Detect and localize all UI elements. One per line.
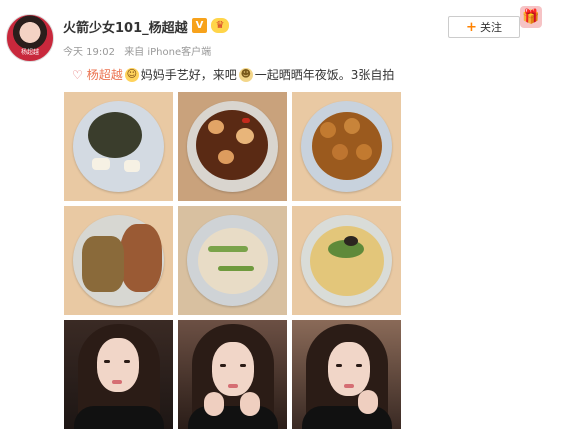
scallop <box>236 128 254 144</box>
tofu <box>92 158 110 170</box>
follow-button[interactable]: + 关注 <box>448 16 520 38</box>
gift-icon[interactable]: 🎁 <box>520 6 542 28</box>
doge-emoji-icon: ☻ <box>238 67 253 82</box>
hand <box>358 390 378 414</box>
selfie-photo-1[interactable] <box>64 320 173 429</box>
crab-pieces <box>82 236 124 292</box>
post-source: 来自 iPhone客户端 <box>124 47 212 58</box>
eye <box>220 364 226 367</box>
plus-icon: + <box>466 19 477 35</box>
hand <box>204 392 224 416</box>
braised-scallops-photo[interactable] <box>178 92 287 201</box>
meatball <box>320 122 336 138</box>
post-text-part2: 一起晒晒年夜饭。3张自拍 <box>254 68 395 82</box>
post-meta: 今天 19:02 来自 iPhone客户端 <box>63 43 217 58</box>
post-text: ♡ 杨超越 ☺ 妈妈手艺好，来吧 ☻ 一起晒晒年夜饭。3张自拍 <box>72 66 394 83</box>
avatar-caption: 杨超越 <box>20 49 39 56</box>
scallion <box>208 246 248 252</box>
selfie-photo-3[interactable] <box>292 320 401 429</box>
eye <box>336 364 342 367</box>
follow-label: 关注 <box>479 21 502 34</box>
tofu <box>124 160 140 172</box>
shrimp-mix <box>198 228 268 294</box>
vegetable-soup-photo[interactable] <box>292 206 401 315</box>
eye <box>104 360 110 363</box>
shirt <box>74 406 164 429</box>
scallop <box>208 120 224 134</box>
shirt <box>188 406 278 429</box>
selfie-photo-2[interactable] <box>178 320 287 429</box>
post-text-part1: 妈妈手艺好，来吧 <box>140 68 237 82</box>
verified-badge-icon: V <box>192 18 207 33</box>
shirt <box>302 406 392 429</box>
eye <box>356 364 362 367</box>
baby-emoji-icon: ☺ <box>124 67 139 82</box>
eye <box>240 364 246 367</box>
diamond-icon: ♡ <box>72 67 83 82</box>
meatball <box>344 118 360 134</box>
scallop <box>218 150 234 164</box>
mention-link[interactable]: 杨超越 <box>87 66 123 83</box>
mushroom <box>344 236 358 246</box>
hand <box>240 392 260 416</box>
chili <box>242 118 250 123</box>
crab-photo[interactable] <box>64 206 173 315</box>
turtle-soup-photo[interactable] <box>64 92 173 201</box>
crab <box>120 224 162 292</box>
meatball <box>332 144 348 160</box>
meatball <box>356 144 372 160</box>
sauce <box>196 110 268 180</box>
member-badge-icon: ♛ <box>211 18 229 33</box>
lips <box>344 384 354 388</box>
scallion <box>218 266 254 271</box>
username[interactable]: 火箭少女101_杨超越 <box>63 17 188 36</box>
turtle-shell <box>88 112 142 158</box>
lips <box>228 384 238 388</box>
eye <box>124 360 130 363</box>
meatballs-photo[interactable] <box>292 92 401 201</box>
lips <box>112 380 122 384</box>
shrimp-stirfry-photo[interactable] <box>178 206 287 315</box>
avatar[interactable]: 杨超越 <box>6 14 54 62</box>
post-time[interactable]: 今天 19:02 <box>63 47 115 58</box>
